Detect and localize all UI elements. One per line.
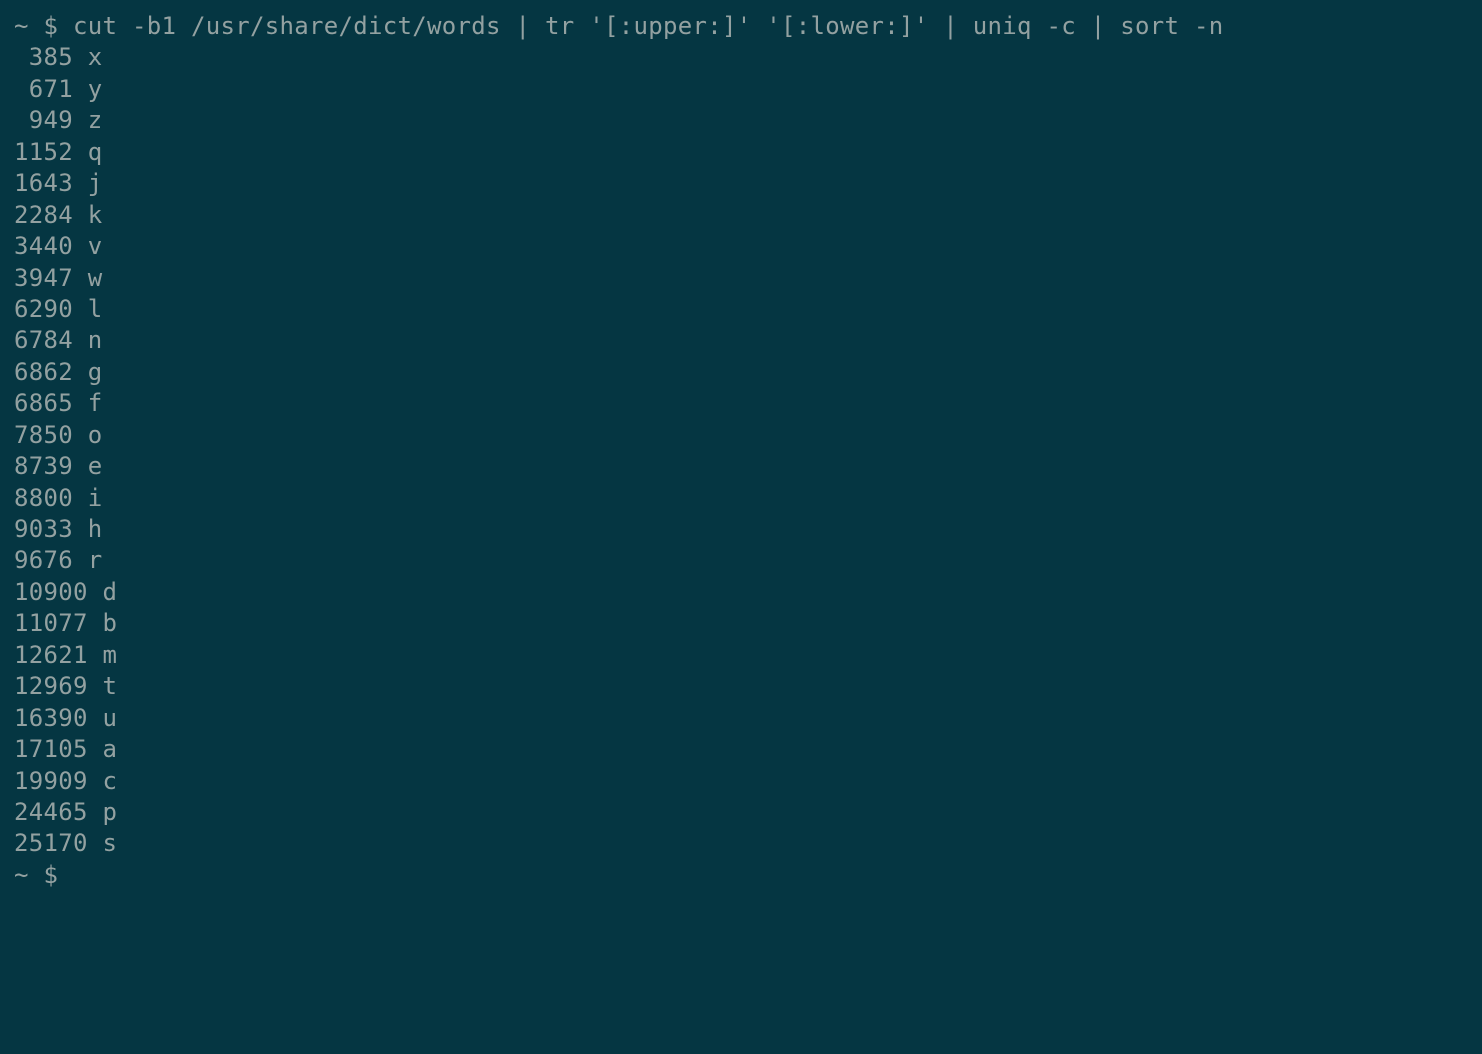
- output-count: 6865: [14, 388, 73, 419]
- output-row: 3947 w: [14, 263, 1468, 294]
- output-count: 16390: [14, 703, 88, 734]
- prompt-dollar: $: [44, 12, 59, 40]
- output-letter: o: [73, 421, 103, 449]
- prompt-tilde: ~: [14, 861, 29, 889]
- output-count: 385: [14, 42, 73, 73]
- output-letter: a: [88, 735, 118, 763]
- output-row: 6784 n: [14, 325, 1468, 356]
- output-count: 24465: [14, 797, 88, 828]
- output-letter: n: [73, 326, 103, 354]
- output-letter: s: [88, 829, 118, 857]
- output-row: 8739 e: [14, 451, 1468, 482]
- output-row: 12969 t: [14, 671, 1468, 702]
- output-letter: t: [88, 672, 118, 700]
- output-letter: x: [73, 43, 103, 71]
- output-count: 1152: [14, 137, 73, 168]
- output-row: 2284 k: [14, 200, 1468, 231]
- output-letter: u: [88, 704, 118, 732]
- output-row: 6865 f: [14, 388, 1468, 419]
- command-output: 385 x 671 y 949 z1152 q1643 j2284 k3440 …: [14, 42, 1468, 859]
- output-count: 12621: [14, 640, 88, 671]
- output-count: 2284: [14, 200, 73, 231]
- output-row: 949 z: [14, 105, 1468, 136]
- output-letter: z: [73, 106, 103, 134]
- output-count: 17105: [14, 734, 88, 765]
- output-letter: k: [73, 201, 103, 229]
- output-letter: y: [73, 75, 103, 103]
- executed-command: cut -b1 /usr/share/dict/words | tr '[:up…: [73, 12, 1223, 40]
- terminal-output[interactable]: ~ $ cut -b1 /usr/share/dict/words | tr '…: [14, 11, 1468, 891]
- output-count: 10900: [14, 577, 88, 608]
- output-count: 6784: [14, 325, 73, 356]
- output-count: 6862: [14, 357, 73, 388]
- output-letter: j: [73, 169, 103, 197]
- output-letter: c: [88, 767, 118, 795]
- output-row: 9676 r: [14, 545, 1468, 576]
- output-row: 6862 g: [14, 357, 1468, 388]
- output-letter: i: [73, 484, 103, 512]
- output-count: 6290: [14, 294, 73, 325]
- output-count: 671: [14, 74, 73, 105]
- output-letter: g: [73, 358, 103, 386]
- output-row: 1643 j: [14, 168, 1468, 199]
- output-letter: h: [73, 515, 103, 543]
- output-count: 3440: [14, 231, 73, 262]
- output-row: 17105 a: [14, 734, 1468, 765]
- output-letter: w: [73, 264, 103, 292]
- output-letter: f: [73, 389, 103, 417]
- output-count: 1643: [14, 168, 73, 199]
- output-letter: l: [73, 295, 103, 323]
- output-row: 25170 s: [14, 828, 1468, 859]
- output-row: 6290 l: [14, 294, 1468, 325]
- output-count: 9033: [14, 514, 73, 545]
- output-letter: q: [73, 138, 103, 166]
- output-count: 9676: [14, 545, 73, 576]
- output-row: 10900 d: [14, 577, 1468, 608]
- prompt-dollar: $: [44, 861, 59, 889]
- output-row: 7850 o: [14, 420, 1468, 451]
- output-count: 8739: [14, 451, 73, 482]
- output-row: 16390 u: [14, 703, 1468, 734]
- output-letter: e: [73, 452, 103, 480]
- output-row: 24465 p: [14, 797, 1468, 828]
- prompt-tilde: ~: [14, 12, 29, 40]
- output-letter: d: [88, 578, 118, 606]
- output-row: 671 y: [14, 74, 1468, 105]
- output-count: 7850: [14, 420, 73, 451]
- output-count: 949: [14, 105, 73, 136]
- output-letter: p: [88, 798, 118, 826]
- output-row: 11077 b: [14, 608, 1468, 639]
- output-letter: b: [88, 609, 118, 637]
- output-count: 12969: [14, 671, 88, 702]
- output-row: 9033 h: [14, 514, 1468, 545]
- output-letter: v: [73, 232, 103, 260]
- output-count: 8800: [14, 483, 73, 514]
- output-row: 1152 q: [14, 137, 1468, 168]
- output-count: 3947: [14, 263, 73, 294]
- output-row: 8800 i: [14, 483, 1468, 514]
- output-letter: m: [88, 641, 118, 669]
- output-row: 12621 m: [14, 640, 1468, 671]
- output-row: 385 x: [14, 42, 1468, 73]
- output-count: 25170: [14, 828, 88, 859]
- output-count: 19909: [14, 766, 88, 797]
- command-prompt-line-2[interactable]: ~ $: [14, 860, 1468, 891]
- output-letter: r: [73, 546, 103, 574]
- output-row: 3440 v: [14, 231, 1468, 262]
- output-row: 19909 c: [14, 766, 1468, 797]
- command-prompt-line: ~ $ cut -b1 /usr/share/dict/words | tr '…: [14, 11, 1468, 42]
- output-count: 11077: [14, 608, 88, 639]
